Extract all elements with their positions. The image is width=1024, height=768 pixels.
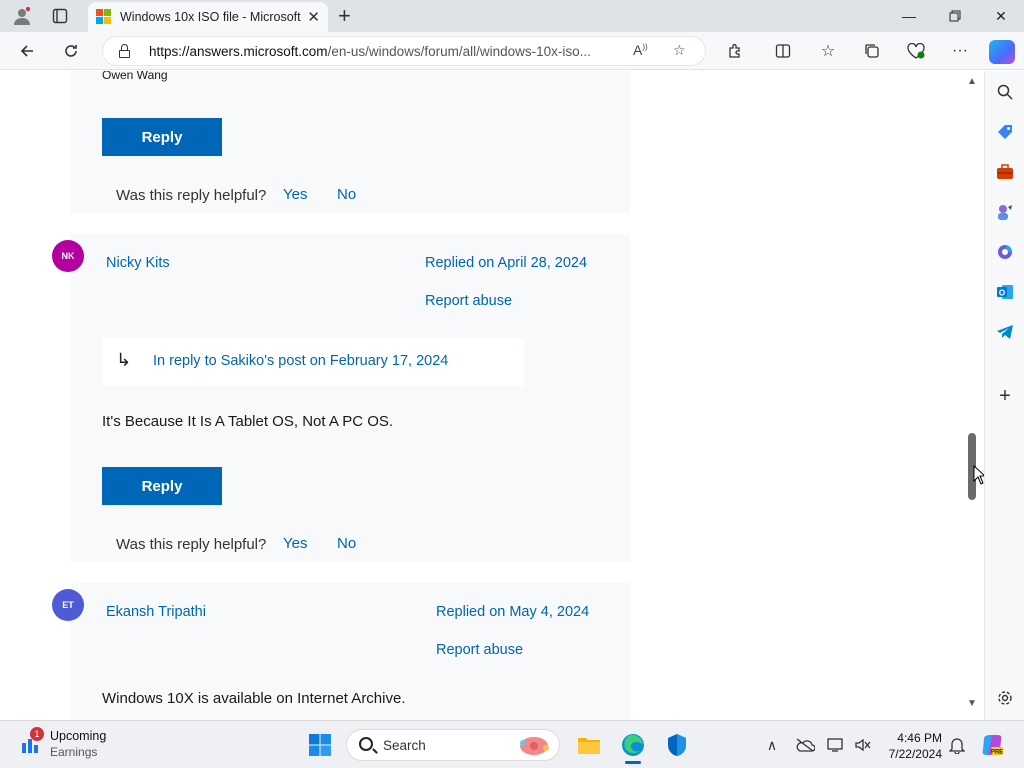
no-link[interactable]: No: [337, 186, 356, 203]
microsoft-logo-icon: [96, 9, 112, 25]
back-icon[interactable]: [14, 39, 40, 63]
url-text[interactable]: https://answers.microsoft.com/en-us/wind…: [149, 44, 629, 59]
yes-link[interactable]: Yes: [283, 186, 307, 203]
collections-icon[interactable]: [859, 39, 885, 63]
clock-date: 7/22/2024: [888, 747, 942, 761]
close-window-icon[interactable]: ✕: [978, 4, 1024, 28]
tab-title: Windows 10x ISO file - Microsoft: [120, 10, 301, 24]
copilot-icon[interactable]: [989, 40, 1015, 64]
notifications-bell-icon[interactable]: [943, 731, 971, 759]
read-aloud-icon[interactable]: A)): [633, 42, 648, 58]
edge-sidebar: O +: [984, 71, 1024, 720]
tab-actions-icon[interactable]: [46, 4, 74, 28]
avatar[interactable]: ET: [52, 589, 84, 621]
svg-text:O: O: [999, 289, 1005, 298]
page-content: Owen Wang Reply Was this reply helpful? …: [0, 71, 984, 720]
widget-title: Upcoming: [50, 729, 107, 743]
browser-toolbar: https://answers.microsoft.com/en-us/wind…: [0, 32, 1024, 70]
helpful-question: Was this reply helpful?: [116, 536, 267, 553]
favorite-star-icon[interactable]: ☆: [673, 42, 686, 59]
clock-time: 4:46 PM: [897, 731, 942, 745]
new-tab-icon[interactable]: +: [338, 3, 351, 29]
onedrive-icon[interactable]: [791, 731, 819, 759]
reply-arrow-icon: ↳: [116, 350, 132, 370]
settings-icon[interactable]: [993, 686, 1017, 710]
address-bar[interactable]: https://answers.microsoft.com/en-us/wind…: [102, 36, 706, 66]
windows-security-icon[interactable]: [663, 731, 691, 759]
reply-date: Replied on May 4, 2024: [436, 604, 590, 620]
avatar[interactable]: NK: [52, 240, 84, 272]
scroll-down-icon[interactable]: ▼: [967, 698, 977, 709]
reply-date: Replied on April 28, 2024: [425, 255, 588, 271]
search-icon: [359, 737, 373, 751]
browser-essentials-icon[interactable]: [903, 39, 929, 63]
reply-button[interactable]: Reply: [102, 118, 222, 156]
yes-link[interactable]: Yes: [283, 535, 307, 552]
profile-icon[interactable]: [8, 4, 36, 28]
edge-browser-icon[interactable]: [619, 731, 647, 764]
lock-icon[interactable]: [119, 44, 130, 58]
restore-icon[interactable]: [932, 4, 978, 28]
post-body: It's Because It Is A Tablet OS, Not A PC…: [102, 413, 394, 430]
scroll-up-icon[interactable]: ▲: [967, 76, 977, 87]
helpful-question: Was this reply helpful?: [116, 187, 267, 204]
widget-subtitle: Earnings: [50, 745, 98, 759]
quote-link[interactable]: In reply to Sakiko's post on February 17…: [153, 353, 448, 369]
tab-active[interactable]: Windows 10x ISO file - Microsoft ✕: [88, 2, 328, 32]
add-icon[interactable]: +: [993, 384, 1017, 408]
avatar-initials: NK: [61, 251, 75, 261]
report-abuse-link[interactable]: Report abuse: [436, 642, 523, 658]
shopping-icon[interactable]: [993, 120, 1017, 144]
tab-strip: Windows 10x ISO file - Microsoft ✕ + — ✕: [0, 0, 1024, 32]
show-hidden-icons-icon[interactable]: ∧: [758, 731, 786, 759]
extensions-icon[interactable]: [722, 39, 748, 63]
svg-text:PRE: PRE: [991, 750, 1003, 756]
close-tab-icon[interactable]: ✕: [307, 8, 320, 26]
outlook-icon[interactable]: O: [993, 280, 1017, 304]
file-explorer-icon[interactable]: [575, 731, 603, 759]
telegram-icon[interactable]: [993, 320, 1017, 344]
no-link[interactable]: No: [337, 535, 356, 552]
network-icon[interactable]: [822, 731, 850, 759]
system-clock[interactable]: 4:46 PM 7/22/2024: [880, 730, 942, 762]
reply-quote[interactable]: ↳ In reply to Sakiko's post on February …: [102, 338, 524, 386]
search-label: Search: [383, 738, 426, 753]
more-icon[interactable]: ···: [947, 39, 973, 63]
microsoft365-icon[interactable]: [993, 240, 1017, 264]
search-icon[interactable]: [993, 80, 1017, 104]
notification-badge: 1: [30, 727, 44, 741]
avatar-initials: ET: [62, 600, 74, 610]
taskbar-search[interactable]: Search: [346, 729, 560, 761]
vertical-scrollbar[interactable]: [966, 71, 980, 720]
favorites-icon[interactable]: ☆: [815, 39, 841, 63]
reply-button[interactable]: Reply: [102, 467, 222, 505]
copilot-taskbar-icon[interactable]: PRE: [978, 731, 1006, 759]
tools-icon[interactable]: [993, 160, 1017, 184]
search-highlight-icon: [520, 737, 549, 755]
refresh-icon[interactable]: [58, 39, 84, 63]
report-abuse-link[interactable]: Report abuse: [425, 293, 512, 309]
post-body: Windows 10X is available on Internet Arc…: [102, 690, 406, 707]
previous-signature: Owen Wang: [102, 71, 168, 82]
author-name[interactable]: Ekansh Tripathi: [106, 604, 206, 620]
minimize-icon[interactable]: —: [886, 4, 932, 28]
author-name[interactable]: Nicky Kits: [106, 255, 170, 271]
reply-card: [70, 234, 630, 562]
split-screen-icon[interactable]: [770, 39, 796, 63]
windows-taskbar: 1 Upcoming Earnings Search ∧ 4:46 PM 7/2…: [0, 720, 1024, 768]
start-button-icon[interactable]: [306, 731, 334, 759]
games-icon[interactable]: [993, 200, 1017, 224]
volume-icon[interactable]: [849, 731, 877, 759]
